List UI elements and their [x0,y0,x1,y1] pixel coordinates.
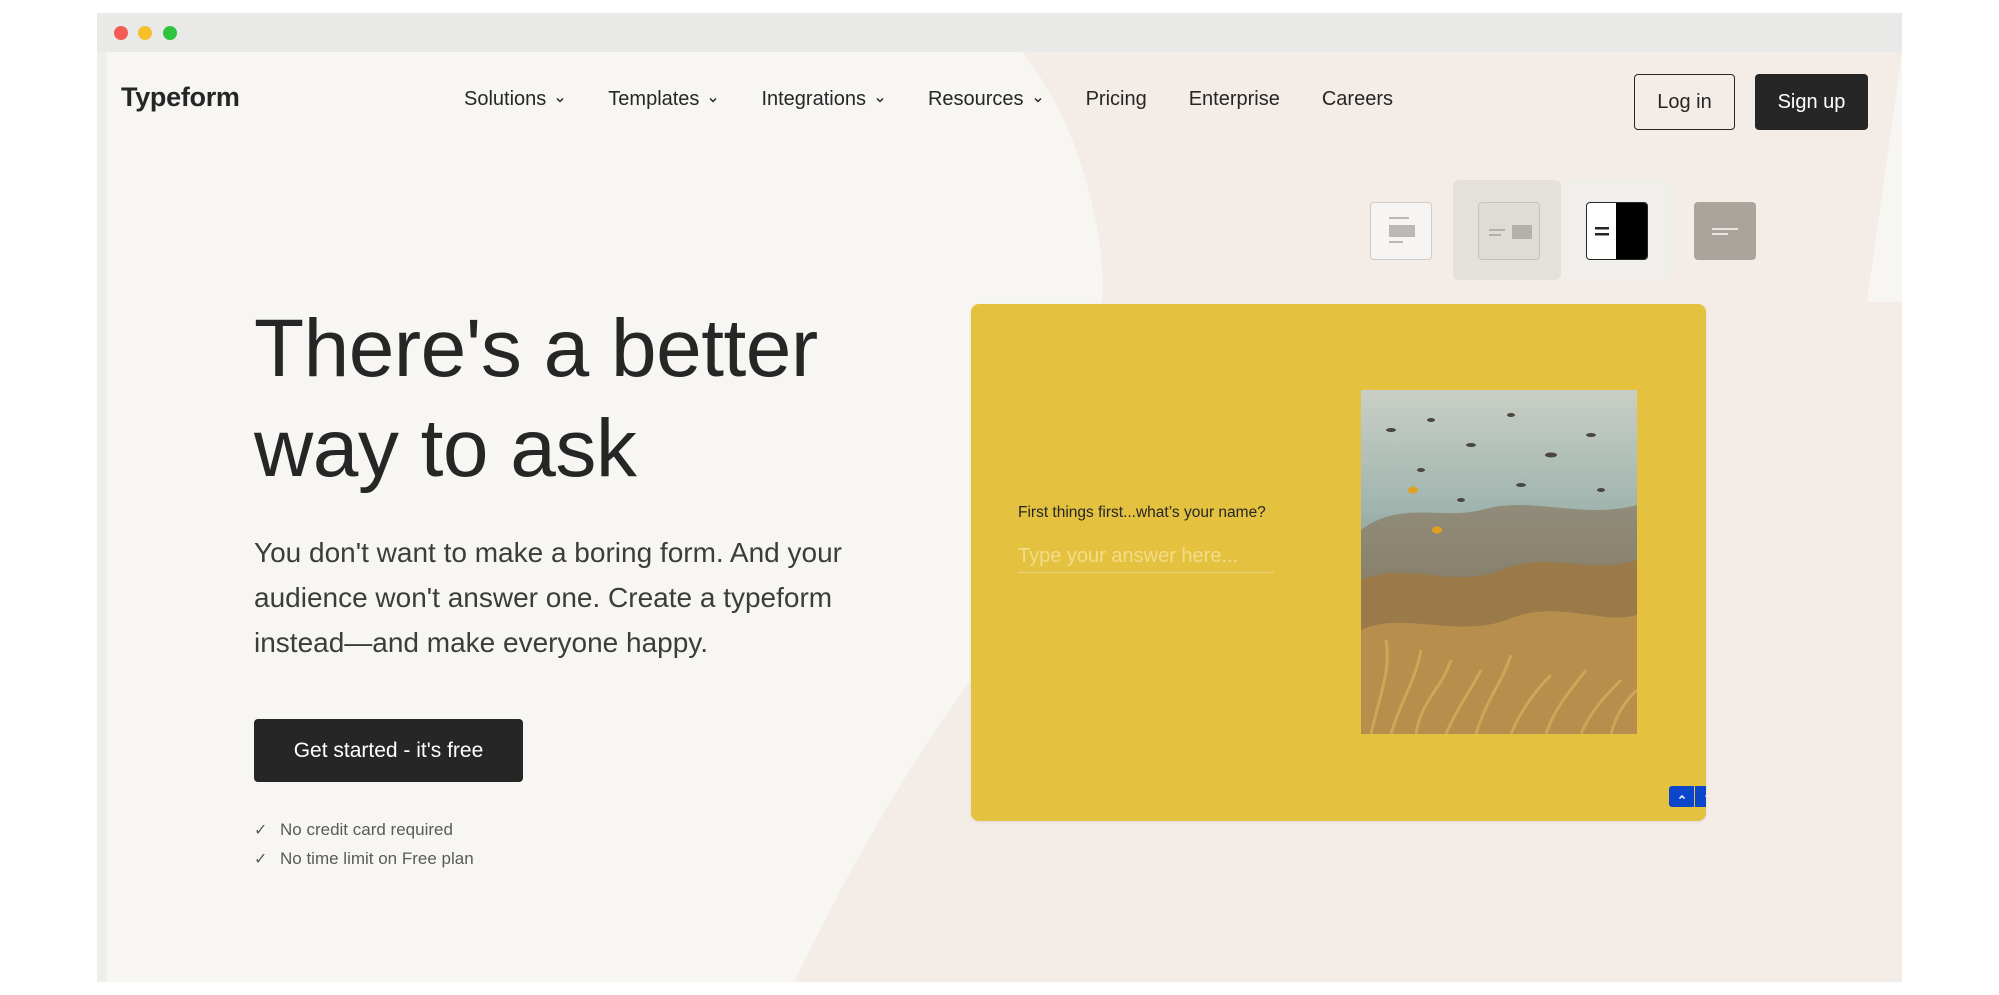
hero-title-line-2: way to ask [254,403,637,494]
chevron-down-icon [709,97,717,103]
benefits-list: ✓ No credit card required ✓ No time limi… [254,815,474,873]
form-preview-card: First things first...what’s your name? [971,304,1706,821]
close-window-dot[interactable] [114,26,128,40]
layout-split-dark-icon[interactable] [1586,202,1648,260]
next-question-button[interactable] [1695,786,1706,807]
chevron-down-icon [876,97,884,103]
previous-question-button[interactable] [1669,786,1694,807]
layout-wallpaper-icon[interactable] [1694,202,1756,260]
signup-button[interactable]: Sign up [1755,74,1868,130]
benefit-item: ✓ No time limit on Free plan [254,844,474,873]
benefit-label: No time limit on Free plan [280,848,474,868]
browser-titlebar [97,13,1902,52]
nav-item-integrations[interactable]: Integrations [761,88,886,111]
get-started-button[interactable]: Get started - it's free [254,719,523,782]
nav-item-label: Pricing [1085,88,1147,110]
nav-item-solutions[interactable]: Solutions [464,88,566,111]
nav-item-templates[interactable]: Templates [608,88,719,111]
minimize-window-dot[interactable] [138,26,152,40]
chevron-down-icon [556,97,564,103]
nav-item-resources[interactable]: Resources [928,88,1044,111]
nav-item-enterprise[interactable]: Enterprise [1189,88,1280,111]
nav-item-pricing[interactable]: Pricing [1086,88,1147,111]
login-button[interactable]: Log in [1634,74,1735,130]
chevron-up-icon [1678,794,1685,799]
main-nav: Solutions Templates Integrations Resourc… [464,88,1393,111]
nav-item-label: Templates [608,88,700,110]
benefit-item: ✓ No credit card required [254,815,474,844]
hero-title: There's a better way to ask [254,299,894,499]
hero-subtitle: You don't want to make a boring form. An… [254,537,842,658]
checkmark-icon: ✓ [254,850,268,868]
chevron-down-icon [1034,97,1042,103]
browser-window: Typeform Solutions Templates Integration… [97,13,1902,982]
form-question: First things first...what’s your name? [1018,504,1266,521]
benefit-label: No credit card required [280,819,453,839]
chevron-down-icon [1704,794,1706,798]
maximize-window-dot[interactable] [163,26,177,40]
layout-stack-icon[interactable] [1370,202,1432,260]
nav-item-label: Integrations [761,88,866,110]
form-navigation [1669,786,1706,807]
coral-reef-photo [1361,390,1637,734]
nav-item-label: Solutions [464,88,547,110]
hero-title-line-1: There's a better [254,303,818,394]
layout-split-icon[interactable] [1478,202,1540,260]
answer-input[interactable] [1018,541,1274,573]
nav-item-label: Enterprise [1188,88,1280,110]
typeform-logo[interactable]: Typeform [121,82,240,113]
nav-item-label: Resources [927,88,1024,110]
nav-item-label: Careers [1321,88,1393,110]
checkmark-icon: ✓ [254,821,268,839]
nav-item-careers[interactable]: Careers [1322,88,1393,111]
page-content: Typeform Solutions Templates Integration… [97,52,1902,982]
